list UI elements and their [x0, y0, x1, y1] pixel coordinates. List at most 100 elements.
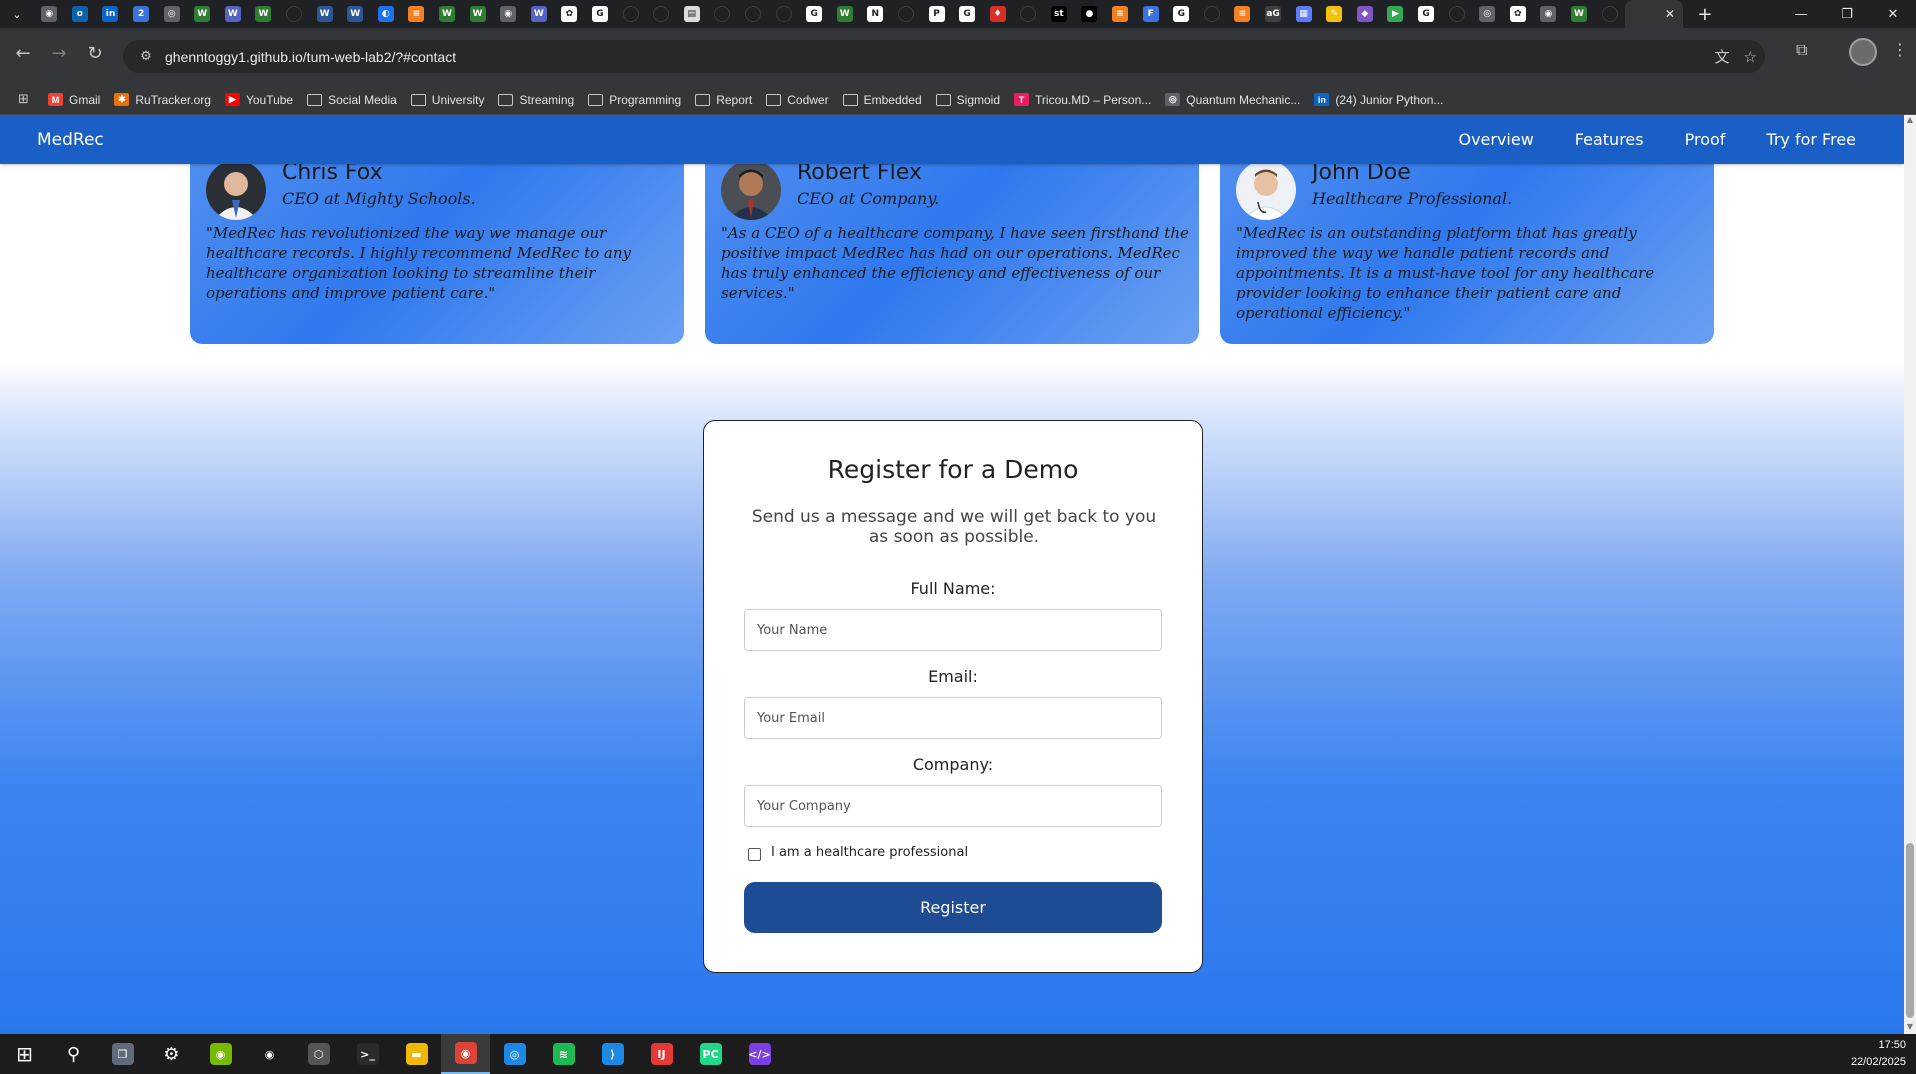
taskbar-app[interactable]: ⚙	[147, 1034, 196, 1074]
reload-icon[interactable]: ↻	[80, 38, 110, 68]
restore-icon[interactable]: ❐	[1824, 0, 1870, 28]
taskbar-app[interactable]: ▬	[392, 1034, 441, 1074]
browser-tab[interactable]: F	[1135, 0, 1166, 28]
taskbar-app[interactable]: ⬡	[294, 1034, 343, 1074]
browser-tab[interactable]: G	[585, 0, 616, 28]
browser-tab[interactable]: W	[462, 0, 493, 28]
menu-kebab-icon[interactable]: ⋮	[1892, 40, 1908, 59]
taskbar-app[interactable]: IJ	[637, 1034, 686, 1074]
nav-link-overview[interactable]: Overview	[1458, 130, 1533, 149]
browser-tab[interactable]: W	[1564, 0, 1595, 28]
full-name-input[interactable]	[744, 609, 1162, 651]
browser-tab[interactable]: ▦	[1288, 0, 1319, 28]
close-tab-icon[interactable]: ✕	[1665, 7, 1675, 21]
extensions-puzzle-icon[interactable]: ⧉	[1796, 40, 1807, 60]
browser-tab[interactable]: o	[65, 0, 96, 28]
browser-tab[interactable]	[279, 0, 310, 28]
site-info-icon[interactable]: ⚙	[131, 49, 161, 64]
company-input[interactable]	[744, 785, 1162, 827]
bookmark-item[interactable]: Programming	[588, 93, 681, 107]
browser-tab[interactable]: W	[309, 0, 340, 28]
bookmark-item[interactable]: Report	[695, 93, 752, 107]
taskbar-app[interactable]: ◉	[196, 1034, 245, 1074]
taskbar-app[interactable]: </>	[735, 1034, 784, 1074]
browser-tab[interactable]	[1594, 0, 1625, 28]
translate-icon[interactable]: 文	[1715, 46, 1730, 67]
browser-tab[interactable]: G	[1411, 0, 1442, 28]
browser-tab[interactable]: ✎	[1319, 0, 1350, 28]
browser-tab[interactable]: W	[432, 0, 463, 28]
browser-tab[interactable]	[646, 0, 677, 28]
bookmark-item[interactable]: Sigmoid	[935, 93, 1000, 107]
tab-search-chevron-icon[interactable]: ⌄	[0, 0, 34, 28]
back-arrow-icon[interactable]: ←	[8, 38, 38, 68]
scroll-up-arrow-icon[interactable]: ▲	[1904, 115, 1916, 127]
scroll-down-arrow-icon[interactable]: ▼	[1904, 1022, 1916, 1034]
bookmark-item[interactable]: University	[410, 93, 484, 107]
bookmark-item[interactable]: Social Media	[307, 93, 397, 107]
apps-grid-icon[interactable]: ⊞	[18, 92, 48, 107]
browser-tab[interactable]: W	[829, 0, 860, 28]
browser-tab[interactable]: ◆	[1350, 0, 1381, 28]
bookmark-item[interactable]: ✱ RuTracker.org	[114, 93, 211, 107]
browser-tab[interactable]: ≡	[1227, 0, 1258, 28]
browser-tab[interactable]	[738, 0, 769, 28]
browser-tab[interactable]: G	[952, 0, 983, 28]
browser-tab[interactable]: ♦	[982, 0, 1013, 28]
browser-tab[interactable]	[891, 0, 922, 28]
taskbar-app[interactable]: ⚲	[49, 1034, 98, 1074]
bookmark-star-icon[interactable]: ☆	[1744, 48, 1757, 66]
bookmark-item[interactable]: T Tricou.MD – Person...	[1014, 93, 1151, 107]
browser-tab[interactable]: W	[218, 0, 249, 28]
address-bar[interactable]: ⚙ ghenntoggy1.github.io/tum-web-lab2/?#c…	[123, 40, 1765, 73]
taskbar-app[interactable]: ❐	[98, 1034, 147, 1074]
email-input[interactable]	[744, 697, 1162, 739]
browser-tab[interactable]: ◉	[493, 0, 524, 28]
browser-tab[interactable]	[768, 0, 799, 28]
browser-tab[interactable]: ✿	[554, 0, 585, 28]
healthcare-professional-label[interactable]: I am a healthcare professional	[771, 845, 968, 860]
browser-tab[interactable]: ◐	[371, 0, 402, 28]
browser-tab[interactable]: W	[187, 0, 218, 28]
browser-tab[interactable]: in	[95, 0, 126, 28]
taskbar-app[interactable]: ≋	[539, 1034, 588, 1074]
profile-avatar[interactable]	[1849, 38, 1877, 66]
close-window-icon[interactable]: ✕	[1870, 0, 1916, 28]
taskbar-app[interactable]: PC	[686, 1034, 735, 1074]
bookmark-item[interactable]: M Gmail	[48, 93, 100, 107]
bookmark-item[interactable]: in (24) Junior Python...	[1314, 93, 1443, 107]
active-browser-tab[interactable]: ✕	[1624, 0, 1683, 28]
browser-tab[interactable]: W	[340, 0, 371, 28]
browser-tab[interactable]: ●	[1074, 0, 1105, 28]
taskbar-app[interactable]: ◎	[490, 1034, 539, 1074]
taskbar-app[interactable]: ◉	[441, 1034, 490, 1074]
bookmark-item[interactable]: ▶ YouTube	[224, 93, 293, 107]
browser-tab[interactable]: N	[860, 0, 891, 28]
taskbar-app[interactable]: ⟩	[588, 1034, 637, 1074]
browser-tab[interactable]: G	[799, 0, 830, 28]
forward-arrow-icon[interactable]: →	[44, 38, 74, 68]
browser-tab[interactable]: ≡	[1105, 0, 1136, 28]
bookmark-item[interactable]: Codwer	[766, 93, 829, 107]
bookmark-item[interactable]: Streaming	[498, 93, 574, 107]
browser-tab[interactable]	[1197, 0, 1228, 28]
browser-tab[interactable]: ≡	[401, 0, 432, 28]
nav-link-features[interactable]: Features	[1575, 130, 1644, 149]
browser-tab[interactable]: W	[248, 0, 279, 28]
healthcare-professional-checkbox[interactable]	[748, 848, 761, 861]
browser-tab[interactable]	[1013, 0, 1044, 28]
minimize-icon[interactable]: —	[1778, 0, 1824, 28]
browser-tab[interactable]: ▤	[676, 0, 707, 28]
browser-tab[interactable]: 2	[126, 0, 157, 28]
taskbar-app[interactable]: >_	[343, 1034, 392, 1074]
page-scrollbar[interactable]: ▲ ▼	[1904, 115, 1916, 1034]
browser-tab[interactable]: ◎	[1472, 0, 1503, 28]
browser-tab[interactable]	[707, 0, 738, 28]
browser-tab[interactable]	[1441, 0, 1472, 28]
taskbar-app[interactable]: ◉	[245, 1034, 294, 1074]
browser-tab[interactable]: P	[921, 0, 952, 28]
browser-tab[interactable]: W	[524, 0, 555, 28]
browser-tab[interactable]: G	[1166, 0, 1197, 28]
browser-tab[interactable]: ◎	[156, 0, 187, 28]
nav-link-try-for-free[interactable]: Try for Free	[1766, 130, 1856, 149]
